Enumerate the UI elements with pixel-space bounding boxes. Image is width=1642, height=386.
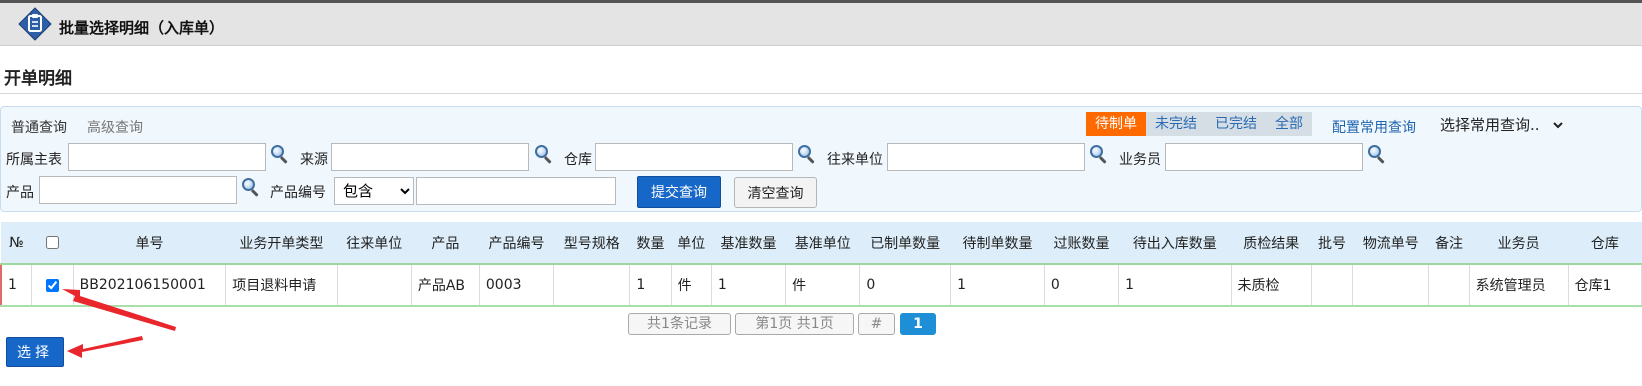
salesman-input[interactable] xyxy=(1165,143,1363,171)
window-title: 批量选择明细（入库单） xyxy=(59,19,225,37)
cell-product-code: 0003 xyxy=(479,264,555,307)
magnifier-icon[interactable] xyxy=(1367,144,1387,164)
column-header: 业务开单类型 xyxy=(225,222,338,265)
cell-order-no: BB202106150001 xyxy=(73,264,227,307)
pager-record-count: 共1条记录 xyxy=(628,313,731,335)
clear-query-button[interactable]: 清空查询 xyxy=(734,177,817,208)
column-header: 往来单位 xyxy=(337,222,412,265)
column-header: 单位 xyxy=(671,222,712,265)
column-header: 待制单数量 xyxy=(950,222,1045,265)
cell-remark xyxy=(1428,264,1470,307)
column-header-select-all xyxy=(31,222,74,265)
product-label: 产品 xyxy=(6,185,34,201)
table-header-row: № 单号 业务开单类型 往来单位 产品 产品编号 型号规格 数量 单位 基准数量… xyxy=(1,222,1642,265)
column-header: 已制单数量 xyxy=(859,222,951,265)
status-tab-unfinished[interactable]: 未完结 xyxy=(1146,112,1206,136)
cell-batch-no xyxy=(1311,264,1354,307)
column-header: 数量 xyxy=(629,222,672,265)
select-all-checkbox[interactable] xyxy=(46,236,60,249)
column-header: 质检结果 xyxy=(1231,222,1312,265)
cell-partner xyxy=(337,264,412,307)
match-operator-select[interactable]: 包含 xyxy=(334,177,414,205)
column-header: 型号规格 xyxy=(553,222,630,265)
warehouse-label: 仓库 xyxy=(564,152,592,168)
main-table-input[interactable] xyxy=(68,143,266,171)
column-header: 产品编号 xyxy=(479,222,554,265)
cell-business-type: 项目退料申请 xyxy=(225,264,338,307)
tab-normal-query[interactable]: 普通查询 xyxy=(11,117,67,137)
cell-select xyxy=(31,264,74,307)
cell-posted-quantity: 0 xyxy=(1044,264,1120,307)
column-header: 产品 xyxy=(411,222,480,265)
column-header: 业务员 xyxy=(1469,222,1569,265)
cell-row-number: 1 xyxy=(0,264,33,307)
column-header: 过账数量 xyxy=(1044,222,1119,265)
product-input[interactable] xyxy=(39,176,237,204)
main-table-label: 所属主表 xyxy=(6,152,62,168)
product-code-input[interactable] xyxy=(416,177,616,205)
product-code-label: 产品编号 xyxy=(270,185,326,201)
cell-product: 产品AB xyxy=(411,264,480,307)
select-button[interactable]: 选择 xyxy=(6,337,64,367)
cell-base-unit: 件 xyxy=(785,264,861,307)
clipboard-icon xyxy=(18,7,52,41)
source-input[interactable] xyxy=(331,143,529,171)
column-header: 批号 xyxy=(1311,222,1353,265)
magnifier-icon[interactable] xyxy=(1089,144,1109,164)
cell-salesman: 系统管理员 xyxy=(1469,264,1569,307)
table-row[interactable]: 1 BB202106150001 项目退料申请 产品AB 0003 1 件 1 … xyxy=(0,264,1642,307)
common-query-select[interactable]: 选择常用查询.. xyxy=(1436,113,1566,137)
status-tab-pending[interactable]: 待制单 xyxy=(1086,112,1146,136)
column-header-no: № xyxy=(1,222,32,265)
cell-warehouse: 仓库1 xyxy=(1568,264,1642,307)
warehouse-input[interactable] xyxy=(595,143,793,171)
cell-base-quantity: 1 xyxy=(711,264,787,307)
cell-made-quantity: 0 xyxy=(859,264,952,307)
magnifier-icon[interactable] xyxy=(797,144,817,164)
cell-model-spec xyxy=(553,264,631,307)
column-header: 仓库 xyxy=(1568,222,1642,265)
partner-input[interactable] xyxy=(887,143,1085,171)
pager-page-info: 第1页 共1页 xyxy=(735,313,854,335)
column-header: 基准单位 xyxy=(785,222,860,265)
source-label: 来源 xyxy=(300,152,328,168)
magnifier-icon[interactable] xyxy=(534,144,554,164)
status-tab-finished[interactable]: 已完结 xyxy=(1206,112,1266,136)
salesman-label: 业务员 xyxy=(1119,152,1161,168)
title-bar: 批量选择明细（入库单） xyxy=(0,0,1642,46)
tab-advanced-query[interactable]: 高级查询 xyxy=(87,117,143,137)
pager-jump-button[interactable]: # xyxy=(858,313,895,335)
row-checkbox[interactable] xyxy=(46,278,60,292)
column-header: 基准数量 xyxy=(711,222,786,265)
cell-pending-quantity: 1 xyxy=(950,264,1045,307)
config-common-query-link[interactable]: 配置常用查询 xyxy=(1332,117,1416,137)
column-header: 待出入库数量 xyxy=(1118,222,1232,265)
cell-unit: 件 xyxy=(671,264,712,307)
cell-quantity: 1 xyxy=(629,264,672,307)
section-title: 开单明细 xyxy=(4,69,72,89)
section-divider xyxy=(0,93,1642,94)
cell-pending-inout-quantity: 1 xyxy=(1118,264,1232,307)
column-header: 单号 xyxy=(73,222,226,265)
red-arrow-icon xyxy=(67,336,143,358)
magnifier-icon[interactable] xyxy=(241,177,261,197)
pager-current-page[interactable]: 1 xyxy=(900,313,936,335)
column-header: 物流单号 xyxy=(1352,222,1429,265)
cell-logistics-no xyxy=(1352,264,1430,307)
detail-table: № 单号 业务开单类型 往来单位 产品 产品编号 型号规格 数量 单位 基准数量… xyxy=(0,222,1642,307)
partner-label: 往来单位 xyxy=(827,152,883,168)
status-filter-tabs: 待制单 未完结 已完结 全部 xyxy=(1086,112,1312,136)
cell-qc-result: 未质检 xyxy=(1231,264,1312,307)
submit-query-button[interactable]: 提交查询 xyxy=(637,176,721,208)
column-header: 备注 xyxy=(1428,222,1470,265)
magnifier-icon[interactable] xyxy=(270,144,290,164)
status-tab-all[interactable]: 全部 xyxy=(1266,112,1312,136)
